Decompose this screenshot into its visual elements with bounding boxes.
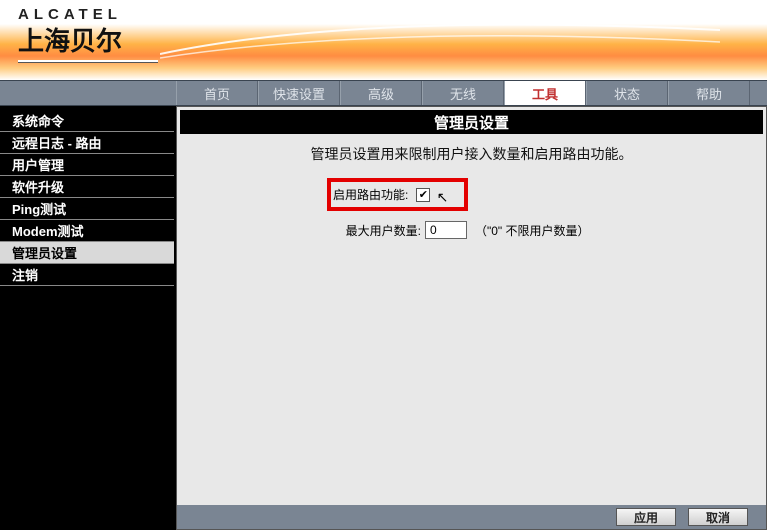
swoosh-decor bbox=[160, 22, 720, 62]
max-users-hint: （"0" 不限用户数量） bbox=[475, 222, 590, 239]
apply-button[interactable]: 应用 bbox=[616, 508, 676, 526]
main-panel: 管理员设置 管理员设置用来限制用户接入数量和启用路由功能。 启用路由功能: ✔ … bbox=[176, 106, 767, 530]
max-users-label: 最大用户数量: bbox=[327, 222, 425, 239]
nav-tab-help[interactable]: 帮助 bbox=[668, 81, 750, 105]
content-area: 系统命令 远程日志 - 路由 用户管理 软件升级 Ping测试 Modem测试 … bbox=[0, 106, 767, 530]
sidebar-item-upgrade[interactable]: 软件升级 bbox=[0, 176, 174, 198]
panel-desc: 管理员设置用来限制用户接入数量和启用路由功能。 bbox=[177, 134, 766, 178]
max-users-input[interactable] bbox=[425, 221, 467, 239]
sidebar-item-usermgmt[interactable]: 用户管理 bbox=[0, 154, 174, 176]
nav-tab-status[interactable]: 状态 bbox=[586, 81, 668, 105]
highlight-box: 启用路由功能: ✔ ↖ bbox=[327, 178, 468, 211]
enable-route-label: 启用路由功能: bbox=[333, 186, 412, 203]
logo: ALCATEL 上海贝尔 bbox=[18, 6, 158, 62]
header-banner: ALCATEL 上海贝尔 bbox=[0, 0, 767, 80]
logo-divider bbox=[18, 60, 158, 62]
button-bar: 应用 取消 bbox=[177, 505, 766, 529]
logo-sub: 上海贝尔 bbox=[18, 21, 158, 58]
nav-tab-quick[interactable]: 快速设置 bbox=[258, 81, 340, 105]
sidebar-item-syscmd[interactable]: 系统命令 bbox=[0, 110, 174, 132]
sidebar-item-ping[interactable]: Ping测试 bbox=[0, 198, 174, 220]
form-area: 启用路由功能: ✔ ↖ 最大用户数量: （"0" 不限用户数量） bbox=[177, 178, 766, 243]
nav-tab-advanced[interactable]: 高级 bbox=[340, 81, 422, 105]
enable-route-checkbox[interactable]: ✔ bbox=[416, 188, 430, 202]
sidebar-item-modem[interactable]: Modem测试 bbox=[0, 220, 174, 242]
nav-tab-home[interactable]: 首页 bbox=[176, 81, 258, 105]
nav-tab-wireless[interactable]: 无线 bbox=[422, 81, 504, 105]
sidebar-item-remotelog[interactable]: 远程日志 - 路由 bbox=[0, 132, 174, 154]
cancel-button[interactable]: 取消 bbox=[688, 508, 748, 526]
sidebar-item-logout[interactable]: 注销 bbox=[0, 264, 174, 286]
cursor-icon: ↖ bbox=[437, 189, 449, 206]
sidebar-item-admin[interactable]: 管理员设置 bbox=[0, 242, 174, 264]
nav-tab-tools[interactable]: 工具 bbox=[504, 81, 586, 105]
nav-bar: 首页 快速设置 高级 无线 工具 状态 帮助 bbox=[0, 80, 767, 106]
panel-title: 管理员设置 bbox=[180, 110, 763, 134]
sidebar: 系统命令 远程日志 - 路由 用户管理 软件升级 Ping测试 Modem测试 … bbox=[0, 106, 176, 530]
